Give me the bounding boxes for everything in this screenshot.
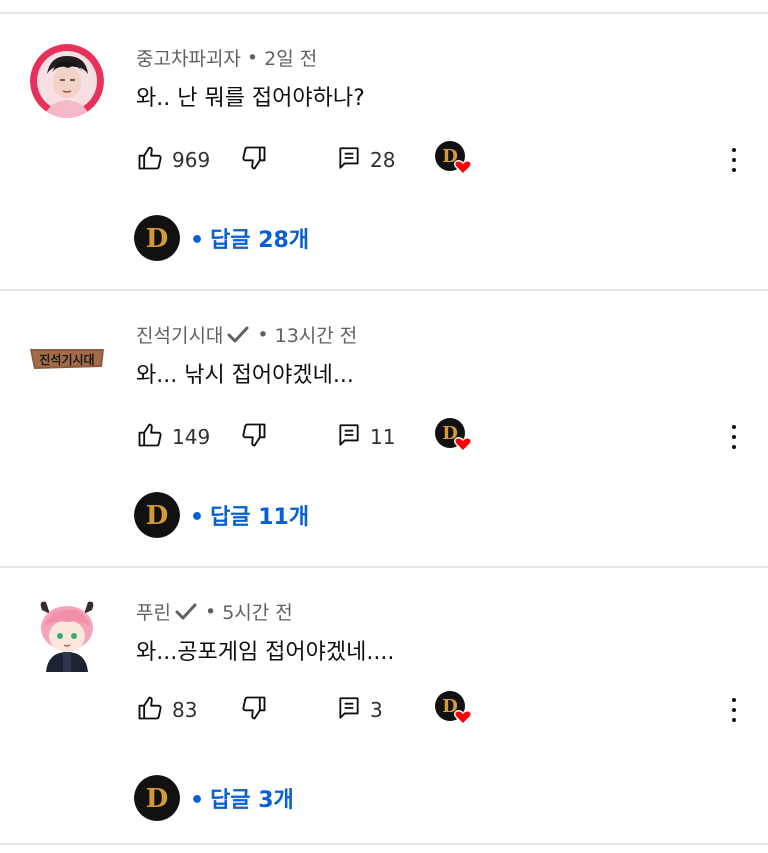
reply-button[interactable]: 11 bbox=[336, 417, 395, 457]
meta-separator: • bbox=[257, 323, 269, 346]
thumbs-down-icon bbox=[240, 694, 268, 726]
reply-count: 3 bbox=[370, 698, 383, 722]
creator-heart[interactable]: D bbox=[434, 417, 474, 457]
meta-separator: • bbox=[204, 600, 217, 623]
comment-meta: 진석기시대 • 13시간 전 bbox=[136, 321, 357, 348]
meta-separator: • bbox=[246, 46, 259, 69]
comment-time[interactable]: 2일 전 bbox=[264, 44, 317, 71]
reply-button[interactable]: 28 bbox=[336, 140, 395, 180]
thumbs-up-icon bbox=[136, 694, 164, 726]
avatar[interactable] bbox=[30, 598, 104, 672]
reply-button[interactable]: 3 bbox=[336, 690, 383, 730]
like-count: 83 bbox=[172, 698, 198, 722]
divider-bottom bbox=[0, 843, 768, 845]
creator-heart[interactable]: D bbox=[434, 690, 474, 730]
thumbs-down-icon bbox=[240, 421, 268, 453]
comment-time[interactable]: 5시간 전 bbox=[222, 598, 293, 625]
more-vert-icon bbox=[732, 698, 736, 702]
creator-heart-icon: D bbox=[434, 417, 474, 457]
avatar[interactable] bbox=[30, 44, 104, 118]
comment-meta: 중고차파괴자 • 2일 전 bbox=[136, 44, 317, 71]
replies-label: 답글 11개 bbox=[210, 505, 310, 530]
creator-heart-icon: D bbox=[434, 690, 474, 730]
view-replies-button[interactable]: D • 답글 3개 bbox=[134, 774, 294, 822]
comment-thread: 진석기시대 진석기시대 • 13시간 전 와... 낚시 접어야겠네... 14… bbox=[0, 291, 768, 566]
comment-meta: 푸린 • 5시간 전 bbox=[136, 598, 293, 625]
verified-check-icon bbox=[175, 602, 197, 622]
reply-icon bbox=[336, 145, 362, 175]
author-name[interactable]: 푸린 bbox=[136, 598, 171, 625]
comment-text: 와...공포게임 접어야겠네.... bbox=[136, 640, 395, 665]
dislike-button[interactable] bbox=[240, 690, 268, 730]
replies-link[interactable]: • 답글 3개 bbox=[190, 782, 294, 814]
like-button[interactable]: 149 bbox=[136, 417, 210, 457]
dislike-button[interactable] bbox=[240, 417, 268, 457]
comment-time[interactable]: 13시간 전 bbox=[275, 321, 358, 348]
comment-actions: 969 28 D bbox=[136, 140, 756, 180]
comment-text: 와... 낚시 접어야겠네... bbox=[136, 363, 354, 388]
author-name[interactable]: 중고차파괴자 bbox=[136, 44, 241, 71]
comment-actions: 83 3 D bbox=[136, 690, 756, 730]
view-replies-button[interactable]: D • 답글 28개 bbox=[134, 214, 309, 262]
more-options-button[interactable] bbox=[724, 421, 744, 453]
verified-check-icon bbox=[227, 325, 249, 345]
svg-text:진석기시대: 진석기시대 bbox=[39, 352, 94, 367]
view-replies-button[interactable]: D • 답글 11개 bbox=[134, 491, 309, 539]
comment-thread: 푸린 • 5시간 전 와...공포게임 접어야겠네.... 83 3 D D •… bbox=[0, 568, 768, 843]
like-button[interactable]: 83 bbox=[136, 690, 197, 730]
reply-count: 28 bbox=[370, 148, 396, 172]
avatar[interactable]: 진석기시대 bbox=[30, 321, 104, 395]
thumbs-up-icon bbox=[136, 144, 164, 176]
svg-text:D: D bbox=[146, 784, 169, 814]
author-name[interactable]: 진석기시대 bbox=[136, 321, 223, 348]
like-count: 149 bbox=[172, 425, 211, 449]
more-vert-icon bbox=[732, 425, 736, 429]
like-count: 969 bbox=[172, 148, 211, 172]
comment-thread: 중고차파괴자 • 2일 전 와.. 난 뭐를 접어야하나? 969 28 D D… bbox=[0, 14, 768, 289]
replies-link[interactable]: • 답글 28개 bbox=[190, 222, 309, 254]
svg-text:D: D bbox=[146, 501, 169, 531]
reply-icon bbox=[336, 695, 362, 725]
creator-avatar: D bbox=[134, 775, 180, 821]
comment-actions: 149 11 D bbox=[136, 417, 756, 457]
more-vert-icon bbox=[732, 148, 736, 152]
comment-text: 와.. 난 뭐를 접어야하나? bbox=[136, 86, 365, 111]
thumbs-down-icon bbox=[240, 144, 268, 176]
thumbs-up-icon bbox=[136, 421, 164, 453]
creator-heart[interactable]: D bbox=[434, 140, 474, 180]
more-options-button[interactable] bbox=[724, 144, 744, 176]
creator-avatar: D bbox=[134, 215, 180, 261]
svg-text:D: D bbox=[146, 224, 169, 254]
more-options-button[interactable] bbox=[724, 694, 744, 726]
replies-label: 답글 28개 bbox=[210, 228, 310, 253]
like-button[interactable]: 969 bbox=[136, 140, 210, 180]
reply-icon bbox=[336, 422, 362, 452]
creator-heart-icon: D bbox=[434, 140, 474, 180]
replies-link[interactable]: • 답글 11개 bbox=[190, 499, 309, 531]
dislike-button[interactable] bbox=[240, 140, 268, 180]
reply-count: 11 bbox=[370, 425, 396, 449]
replies-label: 답글 3개 bbox=[210, 788, 294, 813]
creator-avatar: D bbox=[134, 492, 180, 538]
